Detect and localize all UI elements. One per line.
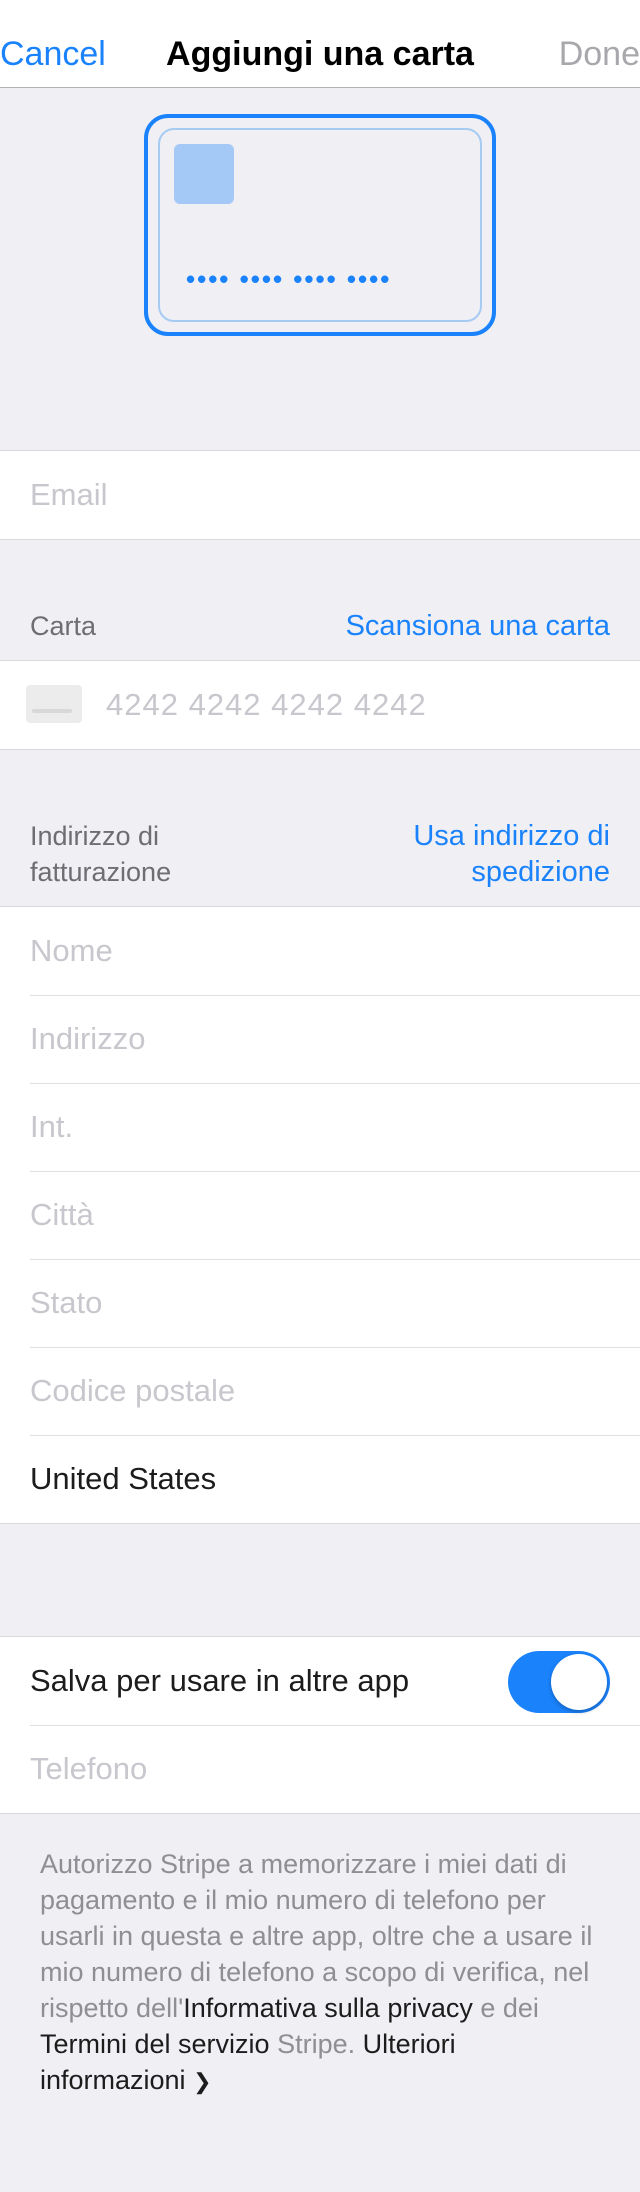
apt-field[interactable]: Int. [30,1107,73,1147]
save-toggle[interactable] [508,1651,610,1713]
city-field[interactable]: Città [30,1195,94,1235]
terms-of-service-link[interactable]: Termini del servizio [40,2029,270,2059]
card-number-row[interactable]: 4242 4242 4242 4242 [0,661,640,749]
city-row[interactable]: Città [0,1171,640,1259]
use-shipping-line1: Usa indirizzo di [413,820,610,852]
card-number-field[interactable]: 4242 4242 4242 4242 [106,685,427,725]
email-group: Email [0,450,640,540]
legal-text-part2: e dei [472,1993,539,2023]
state-row[interactable]: Stato [0,1259,640,1347]
postal-code-row[interactable]: Codice postale [0,1347,640,1435]
billing-label-line1: Indirizzo di [30,821,160,851]
address-row[interactable]: Indirizzo [0,995,640,1083]
country-row[interactable]: United States [0,1435,640,1523]
page-title: Aggiungi una carta [166,35,474,73]
legal-text: Autorizzo Stripe a memorizzare i miei da… [40,1846,600,2100]
card-number-group: 4242 4242 4242 4242 [0,660,640,750]
email-field[interactable]: Email [30,475,108,515]
phone-row[interactable]: Telefono [0,1725,640,1813]
legal-text-part3: Stripe. [269,2029,363,2059]
save-row: Salva per usare in altre app [0,1637,640,1725]
name-field[interactable]: Nome [30,931,113,971]
card-preview-inner: •••• •••• •••• •••• [158,128,482,322]
apt-row[interactable]: Int. [0,1083,640,1171]
postal-code-field[interactable]: Codice postale [30,1371,235,1411]
use-shipping-address-button[interactable]: Usa indirizzo di spedizione [413,818,610,890]
billing-address-group: Nome Indirizzo Int. Città Stato Codice p… [0,906,640,1524]
state-field[interactable]: Stato [30,1283,102,1323]
email-row[interactable]: Email [0,451,640,539]
name-row[interactable]: Nome [0,907,640,995]
card-preview: •••• •••• •••• •••• [144,114,496,336]
card-number-masked: •••• •••• •••• •••• [186,264,392,294]
done-button[interactable]: Done [559,34,640,74]
navigation-bar: Cancel Aggiungi una carta Done [0,0,640,88]
card-chip-icon [174,144,234,204]
save-label: Salva per usare in altre app [30,1663,410,1698]
credit-card-icon [26,685,82,723]
use-shipping-line2: spedizione [471,856,610,888]
chevron-right-icon: ❯ [193,2069,212,2094]
billing-section-label: Indirizzo di fatturazione [30,818,171,890]
billing-label-line2: fatturazione [30,857,172,887]
toggle-knob [551,1654,607,1710]
address-field[interactable]: Indirizzo [30,1019,145,1059]
privacy-policy-link[interactable]: Informativa sulla privacy [183,1993,473,2023]
card-section-label: Carta [30,611,97,641]
save-group: Salva per usare in altre app Telefono [0,1636,640,1814]
country-field[interactable]: United States [30,1459,216,1499]
phone-field[interactable]: Telefono [30,1749,147,1789]
scan-card-button[interactable]: Scansiona una carta [346,608,610,644]
